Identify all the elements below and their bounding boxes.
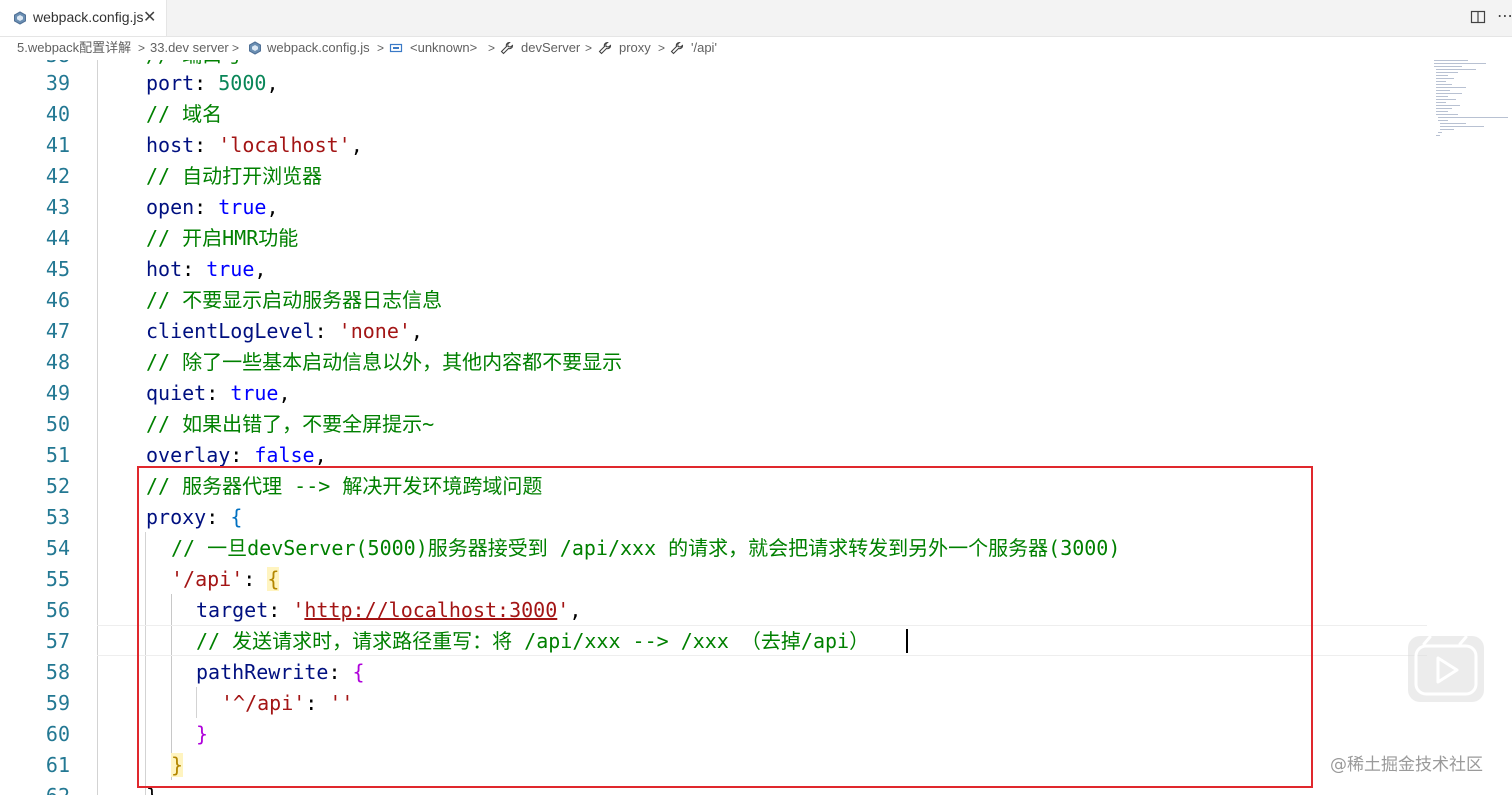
line-number: 51: [45, 443, 70, 467]
code-editor[interactable]: 38 39 40 41 42 43 44 45 46 47 48 49 50 5…: [0, 60, 1512, 795]
breadcrumb-separator: >: [232, 41, 240, 55]
vscode-window: webpack.config.js ✕ ⋯ 5.webpack配置详解 > 33…: [0, 0, 1512, 795]
line-number: 39: [45, 71, 70, 95]
code-string: 'none': [338, 319, 411, 343]
code-keyword: true: [230, 381, 279, 405]
breadcrumb-item-proxy[interactable]: proxy: [619, 40, 651, 56]
code-line-42: // 自动打开浏览器: [146, 164, 323, 188]
line-number: 48: [45, 350, 70, 374]
line-number: 60: [45, 722, 70, 746]
code-line-47: clientLogLevel: 'none',: [146, 319, 423, 343]
more-actions-icon[interactable]: ⋯: [1497, 6, 1512, 26]
line-number: 42: [45, 164, 70, 188]
watermark-text: @稀土掘金技术社区: [1330, 755, 1483, 775]
code-line-43: open: true,: [146, 195, 279, 219]
breadcrumb-item-folder[interactable]: 5.webpack配置详解: [17, 40, 131, 56]
symbol-variable-icon: [389, 43, 403, 53]
code-keyword: true: [218, 195, 267, 219]
breadcrumb-item-file[interactable]: webpack.config.js: [267, 40, 370, 56]
line-number: 62: [0, 781, 70, 795]
video-play-overlay[interactable]: [1408, 635, 1484, 702]
wrench-icon: [500, 41, 514, 55]
line-number: 45: [45, 257, 70, 281]
line-number: 58: [45, 660, 70, 684]
breadcrumb-separator: >: [585, 41, 593, 55]
code-line-46: // 不要显示启动服务器日志信息: [146, 288, 443, 312]
breadcrumb-item-api[interactable]: '/api': [691, 40, 717, 56]
wrench-icon: [598, 41, 612, 55]
code-line-44: // 开启HMR功能: [146, 226, 299, 250]
tab-title: webpack.config.js: [33, 9, 144, 25]
indent-guide: [97, 60, 98, 795]
line-number: 43: [45, 195, 70, 219]
line-number: 40: [45, 102, 70, 126]
line-number: 61: [45, 753, 70, 777]
line-number: 52: [45, 474, 70, 498]
breadcrumb-separator: >: [377, 41, 385, 55]
code-line-40: // 域名: [146, 102, 223, 126]
code-key: host: [146, 133, 195, 157]
code-key: hot: [146, 257, 183, 281]
code-keyword: false: [254, 443, 315, 467]
code-key: overlay: [146, 443, 231, 467]
split-editor-icon[interactable]: [1470, 9, 1486, 25]
code-line-48: // 除了一些基本启动信息以外，其他内容都不要显示: [146, 350, 623, 374]
minimap[interactable]: [1430, 60, 1512, 140]
breadcrumb-item-unknown[interactable]: <unknown>: [410, 40, 477, 56]
close-icon[interactable]: ✕: [143, 7, 156, 27]
play-icon[interactable]: [1408, 635, 1484, 702]
breadcrumb-separator: >: [488, 41, 496, 55]
line-number: 47: [45, 319, 70, 343]
line-number: 41: [45, 133, 70, 157]
code-key: clientLogLevel: [146, 319, 315, 343]
annotation-highlight-box: [137, 466, 1313, 788]
tab-bar: webpack.config.js ✕ ⋯: [0, 0, 1512, 37]
line-number: 59: [45, 691, 70, 715]
breadcrumb: 5.webpack配置详解 > 33.dev server > webpack.…: [0, 37, 1512, 59]
line-number: 44: [45, 226, 70, 250]
code-key: quiet: [146, 381, 207, 405]
line-number: 49: [45, 381, 70, 405]
code-number: 5000: [218, 71, 267, 95]
breadcrumb-item-devserver[interactable]: devServer: [521, 40, 580, 56]
line-number: 46: [45, 288, 70, 312]
line-number: 55: [45, 567, 70, 591]
code-key: port: [146, 71, 195, 95]
line-number: 56: [45, 598, 70, 622]
code-line-39: port: 5000,: [146, 71, 279, 95]
line-number: 53: [45, 505, 70, 529]
line-number: 54: [45, 536, 70, 560]
line-number: 57: [45, 629, 70, 653]
code-line-41: host: 'localhost',: [146, 133, 363, 157]
code-line-49: quiet: true,: [146, 381, 291, 405]
breadcrumb-separator: >: [658, 41, 666, 55]
wrench-icon: [670, 41, 684, 55]
code-keyword: true: [206, 257, 255, 281]
code-line-50: // 如果出错了，不要全屏提示~: [146, 412, 435, 436]
code-line-45: hot: true,: [146, 257, 267, 281]
gear-file-icon: [249, 41, 261, 55]
gear-file-icon: [14, 11, 26, 25]
code-key: open: [146, 195, 195, 219]
tab-webpack-config[interactable]: webpack.config.js ✕: [0, 0, 167, 36]
breadcrumb-separator: >: [138, 41, 146, 55]
code-string: 'localhost': [218, 133, 351, 157]
line-number: 50: [45, 412, 70, 436]
breadcrumb-item-subfolder[interactable]: 33.dev server: [150, 40, 229, 56]
